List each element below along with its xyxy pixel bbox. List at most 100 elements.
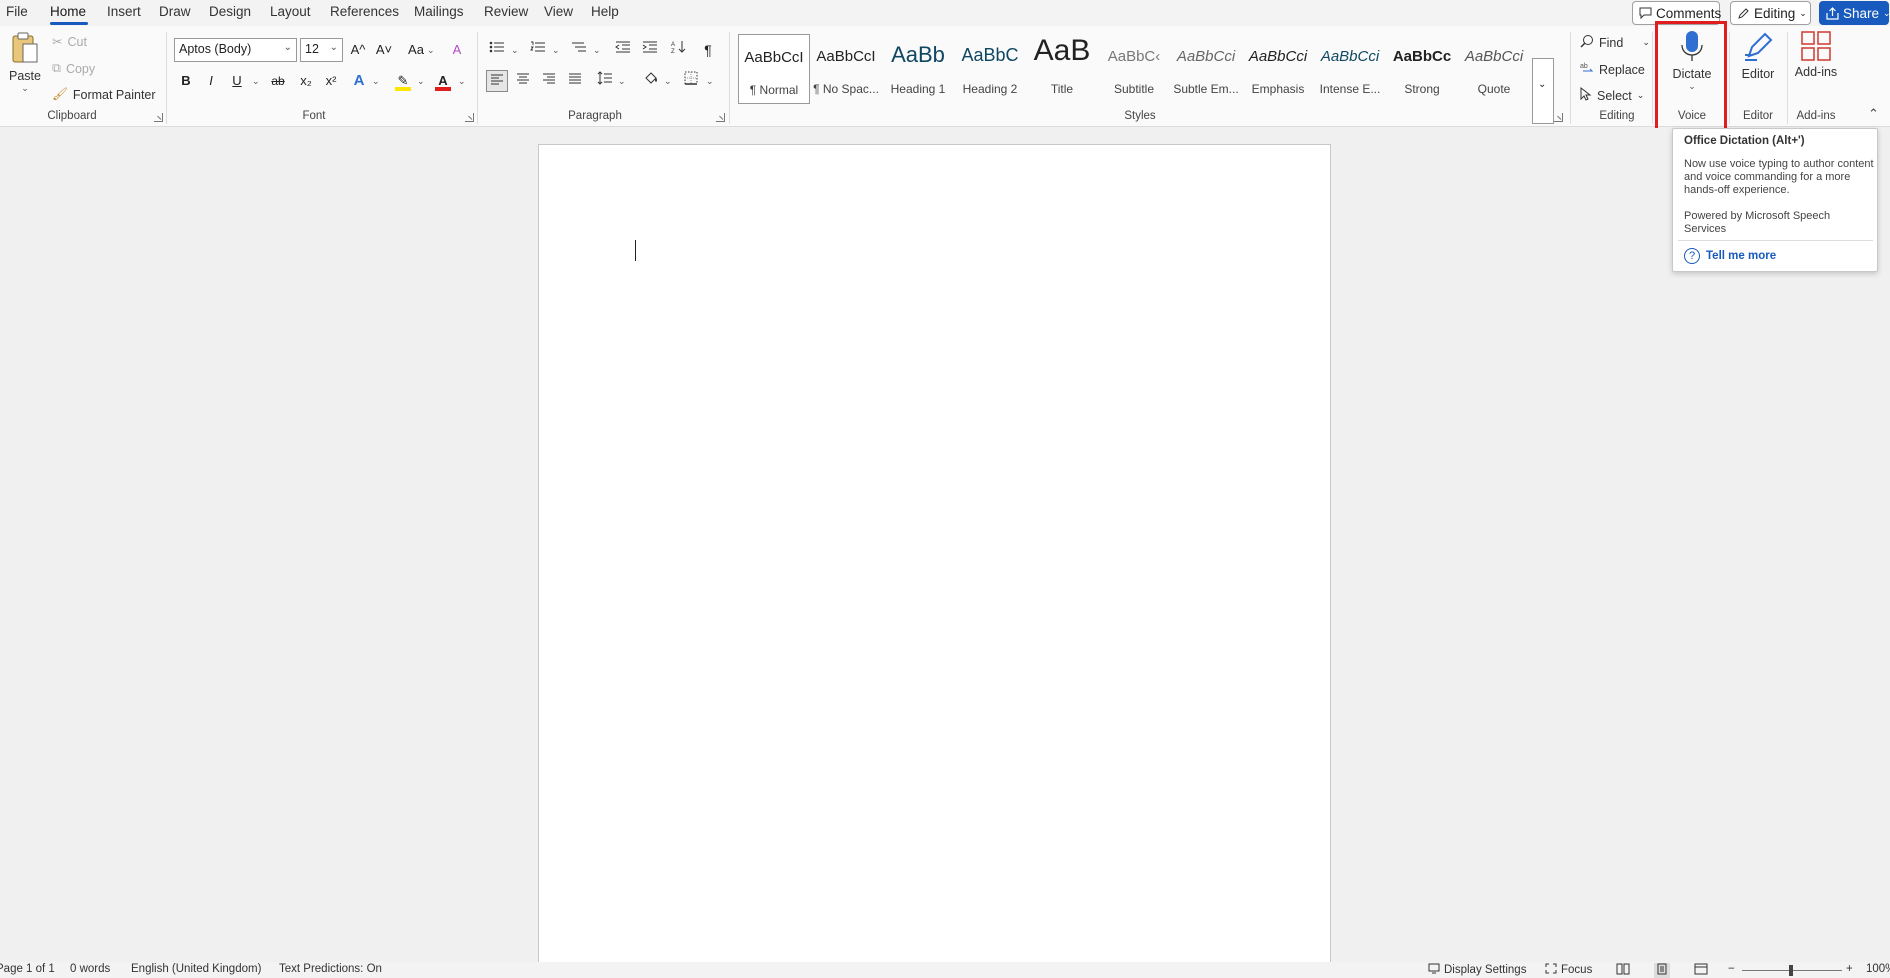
page-count[interactable]: Page 1 of 1 (0, 963, 55, 975)
font-size-combo[interactable]: 12 ⌄ (300, 38, 343, 62)
word-count[interactable]: 0 words (70, 963, 110, 975)
borders-button[interactable] (680, 70, 702, 92)
tab-view[interactable]: View (544, 4, 573, 19)
style-name: Strong (1404, 82, 1440, 96)
zoom-level[interactable]: 100% (1866, 963, 1890, 975)
line-spacing-button[interactable] (594, 70, 616, 92)
font-launcher-icon[interactable] (465, 113, 474, 122)
chevron-down-icon: ⌄ (706, 76, 714, 86)
editing-mode-button[interactable]: Editing ⌄ (1730, 1, 1811, 25)
align-left-button[interactable] (486, 70, 508, 92)
style-intense-emphasis[interactable]: AaBbCci Intense E... (1314, 34, 1386, 104)
align-center-button[interactable] (512, 70, 534, 92)
tab-layout[interactable]: Layout (270, 4, 311, 19)
zoom-slider[interactable] (1742, 965, 1842, 976)
paragraph-launcher-icon[interactable] (716, 113, 725, 122)
style-heading-1[interactable]: AaBb Heading 1 (882, 34, 954, 104)
show-formatting-button[interactable]: ¶ (697, 39, 719, 61)
collapse-ribbon-icon[interactable]: ⌃ (1868, 106, 1879, 122)
language-indicator[interactable]: English (United Kingdom) (131, 963, 261, 975)
underline-button[interactable]: U (226, 70, 248, 92)
tab-home[interactable]: Home (50, 4, 86, 19)
grow-font-button[interactable]: A^ (347, 39, 369, 61)
zoom-in-button[interactable]: + (1846, 963, 1853, 975)
tab-insert[interactable]: Insert (107, 4, 141, 19)
style-heading-2[interactable]: AaBbC Heading 2 (954, 34, 1026, 104)
tab-review[interactable]: Review (484, 4, 528, 19)
text-effects-button[interactable]: A (348, 70, 370, 92)
bold-button[interactable]: B (175, 70, 197, 92)
tab-design[interactable]: Design (209, 4, 251, 19)
bullet-list-icon (489, 41, 505, 57)
highlight-color-button[interactable]: ✎ (392, 70, 414, 92)
cut-button[interactable]: ✂ Cut (52, 34, 87, 50)
add-ins-button[interactable]: Add-ins (1790, 30, 1842, 79)
divider (1787, 32, 1788, 124)
focus-button[interactable]: Focus (1545, 963, 1592, 977)
paste-button[interactable]: Paste ⌄ (8, 32, 42, 94)
style-name: Heading 1 (890, 82, 946, 96)
numbering-button[interactable] (527, 39, 549, 61)
font-color-button[interactable]: A (432, 70, 454, 92)
format-painter-button[interactable]: 🖌 Format Painter (52, 87, 156, 102)
replace-button[interactable]: ab Replace (1580, 61, 1645, 78)
superscript-button[interactable]: x² (320, 70, 342, 92)
style-quote[interactable]: AaBbCci Quote (1458, 34, 1530, 104)
web-layout-icon[interactable] (1694, 963, 1708, 978)
style-subtle-emphasis[interactable]: AaBbCci Subtle Em... (1170, 34, 1242, 104)
strikethrough-icon: ab (271, 74, 285, 88)
style-title[interactable]: AaB Title (1026, 34, 1098, 104)
select-button[interactable]: Select ⌄ (1580, 86, 1644, 104)
tab-file[interactable]: File (6, 4, 28, 19)
styles-more-button[interactable]: ⌄ (1532, 58, 1554, 124)
zoom-out-button[interactable]: − (1728, 963, 1735, 975)
subscript-button[interactable]: x₂ (295, 70, 317, 92)
style-no-spacing[interactable]: AaBbCcI ¶ No Spac... (810, 34, 882, 104)
style-name: Subtitle (1113, 82, 1155, 96)
read-mode-icon[interactable] (1616, 963, 1630, 978)
find-button[interactable]: Find ⌄ (1580, 34, 1650, 51)
clipboard-launcher-icon[interactable] (154, 113, 163, 122)
tell-me-more-link[interactable]: ? Tell me more (1684, 248, 1776, 264)
style-name: Quote (1477, 82, 1511, 96)
editor-button[interactable]: Editor (1733, 30, 1783, 81)
justify-button[interactable] (564, 70, 586, 92)
multilevel-list-button[interactable] (568, 39, 590, 61)
font-name-combo[interactable]: Aptos (Body) ⌄ (174, 38, 297, 62)
strikethrough-button[interactable]: ab (267, 70, 289, 92)
print-layout-icon[interactable] (1654, 963, 1670, 978)
clear-formatting-button[interactable]: A (446, 39, 468, 61)
style-emphasis[interactable]: AaBbCci Emphasis (1242, 34, 1314, 104)
style-name: Intense E... (1319, 82, 1381, 96)
document-canvas (0, 128, 1890, 974)
document-page[interactable] (538, 144, 1331, 974)
sort-button[interactable]: AZ (668, 39, 690, 61)
increase-indent-button[interactable] (639, 39, 661, 61)
style-strong[interactable]: AaBbCc Strong (1386, 34, 1458, 104)
zoom-slider-thumb[interactable] (1789, 965, 1793, 976)
style-subtitle[interactable]: AaBbC‹ Subtitle (1098, 34, 1170, 104)
style-normal[interactable]: AaBbCcI ¶ Normal (738, 34, 810, 104)
display-settings-button[interactable]: Display Settings (1428, 963, 1526, 977)
copy-button[interactable]: ⧉ Copy (52, 61, 95, 76)
shrink-font-button[interactable]: A˅ (373, 39, 395, 61)
format-painter-label: Format Painter (72, 87, 156, 102)
italic-button[interactable]: I (200, 70, 222, 92)
tab-mailings[interactable]: Mailings (414, 4, 464, 19)
paragraph-group-label: Paragraph (568, 110, 622, 122)
bullets-button[interactable] (486, 39, 508, 61)
share-button[interactable]: Share ⌄ (1819, 1, 1890, 25)
chevron-down-icon: ⌄ (283, 42, 292, 53)
align-right-button[interactable] (538, 70, 560, 92)
tab-references[interactable]: References (330, 4, 399, 19)
tab-draw[interactable]: Draw (159, 4, 191, 19)
shading-button[interactable] (640, 70, 662, 92)
clipboard-group-label: Clipboard (47, 110, 97, 122)
tab-help[interactable]: Help (591, 4, 619, 19)
change-case-button[interactable]: Aa (403, 39, 429, 61)
text-predictions-status[interactable]: Text Predictions: On (279, 963, 382, 975)
decrease-indent-icon (615, 41, 631, 57)
decrease-indent-button[interactable] (612, 39, 634, 61)
styles-launcher-icon[interactable] (1554, 113, 1563, 122)
chevron-down-icon: ⌄ (1538, 79, 1547, 90)
